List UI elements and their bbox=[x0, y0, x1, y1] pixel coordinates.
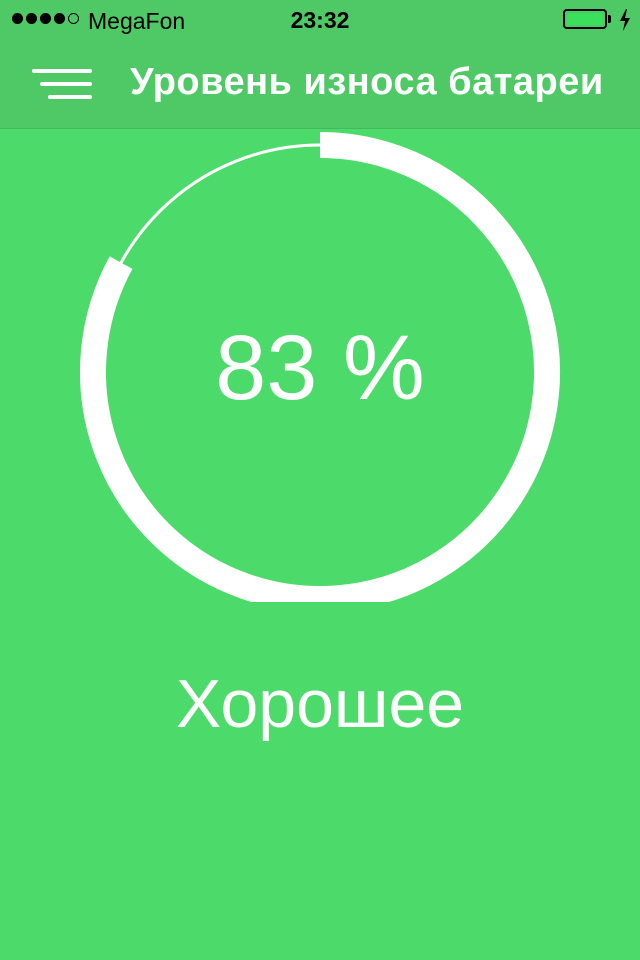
battery-icon bbox=[563, 9, 607, 29]
status-bar: MegaFon 23:32 bbox=[0, 0, 640, 40]
charging-bolt-icon bbox=[620, 9, 630, 31]
navigation-bar: Уровень износа батареи bbox=[0, 40, 640, 129]
wear-percent-value: 83 % bbox=[215, 317, 425, 419]
hamburger-menu-icon[interactable] bbox=[32, 69, 92, 101]
battery-nub bbox=[608, 15, 611, 23]
status-clock: 23:32 bbox=[290, 7, 350, 33]
battery-status-label: Хорошее bbox=[175, 666, 465, 742]
battery-level-fill bbox=[567, 13, 603, 25]
page-title: Уровень износа батареи bbox=[130, 61, 604, 103]
